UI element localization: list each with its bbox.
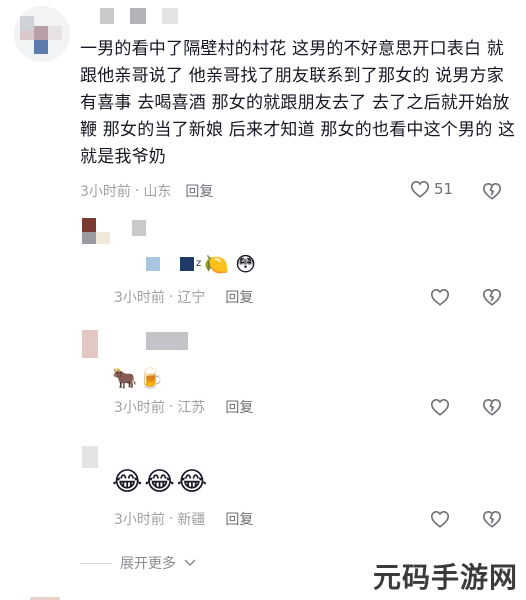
tears-of-joy-emoji: 😂 (176, 467, 208, 497)
reply-location: 江苏 (177, 400, 206, 416)
comment-thread: 一男的看中了隔壁村的村花 这男的不好意思开口表白 就跟他亲哥说了 他亲哥找了朋友… (0, 0, 526, 600)
flushed-face-emoji: 😳 (235, 252, 257, 276)
heart-outline-icon (430, 288, 450, 306)
username-blurred[interactable] (132, 220, 146, 236)
username-blurred[interactable] (100, 8, 220, 26)
blurred-block (146, 257, 160, 271)
avatar[interactable] (82, 218, 110, 260)
meta-separator: · (134, 183, 140, 199)
dislike-button[interactable] (482, 398, 502, 420)
comment-meta: 3小时前 · 山东 回复 (80, 180, 213, 202)
main-comment: 一男的看中了隔壁村的村花 这男的不好意思开口表白 就跟他亲哥说了 他亲哥找了朋友… (0, 0, 526, 210)
reply-button[interactable]: 回复 (185, 181, 213, 201)
heart-outline-icon (430, 510, 450, 528)
reply-item: 😂 😂 😂 3小时前 · 新疆 回复 (0, 438, 526, 538)
reply-time: 3小时前 (114, 512, 165, 528)
meta-separator: · (168, 289, 174, 305)
divider (80, 562, 112, 564)
reply-meta: 3小时前 · 江苏 回复 (114, 396, 253, 418)
like-button[interactable] (430, 398, 450, 420)
dislike-button[interactable] (482, 182, 502, 204)
blurred-block (180, 257, 194, 271)
like-count: 51 (434, 180, 454, 198)
comment-time: 3小时前 (80, 184, 131, 200)
broken-heart-icon (482, 510, 502, 528)
meta-separator: · (168, 399, 174, 415)
watermark: 元码手游网 (372, 561, 518, 594)
reply-location: 新疆 (177, 512, 206, 528)
reply-content: 😂 😂 😂 (112, 467, 208, 497)
avatar[interactable] (82, 446, 104, 488)
broken-heart-icon (482, 182, 502, 200)
reply-button[interactable]: 回复 (225, 509, 253, 529)
avatar[interactable] (14, 6, 70, 62)
broken-heart-icon (482, 288, 502, 306)
reply-content: 🐂 🍺 (112, 366, 164, 390)
reply-content: z 🍋 😳 (146, 252, 256, 276)
heart-outline-icon (430, 398, 450, 416)
reply-meta: 3小时前 · 辽宁 回复 (114, 286, 253, 308)
reply-meta: 3小时前 · 新疆 回复 (114, 508, 253, 530)
reply-time: 3小时前 (114, 400, 165, 416)
like-button[interactable] (430, 510, 450, 532)
meta-separator: · (168, 511, 174, 527)
reply-time: 3小时前 (114, 290, 165, 306)
tears-of-joy-emoji: 😂 (144, 467, 175, 497)
beer-emoji: 🍺 (138, 366, 164, 390)
reply-item: 🐂 🍺 3小时前 · 江苏 回复 (0, 326, 526, 426)
like-button[interactable]: 51 (410, 180, 453, 198)
dislike-button[interactable] (482, 288, 502, 310)
reply-button[interactable]: 回复 (225, 287, 253, 307)
heart-outline-icon (410, 180, 430, 198)
broken-heart-icon (482, 398, 502, 416)
chevron-down-icon (184, 559, 196, 567)
lemon-emoji: 🍋 (204, 252, 230, 276)
comment-location: 山东 (143, 184, 172, 200)
comment-body: 一男的看中了隔壁村的村花 这男的不好意思开口表白 就跟他亲哥说了 他亲哥找了朋友… (80, 39, 516, 167)
reply-item: z 🍋 😳 3小时前 · 辽宁 回复 (0, 212, 526, 312)
like-button[interactable] (430, 288, 450, 310)
ox-emoji: 🐂 (112, 366, 137, 390)
avatar[interactable] (82, 330, 104, 372)
tears-of-joy-emoji: 😂 (112, 467, 143, 497)
reply-location: 辽宁 (177, 290, 206, 306)
username-blurred[interactable] (146, 332, 188, 350)
reply-button[interactable]: 回复 (225, 397, 253, 417)
dislike-button[interactable] (482, 510, 502, 532)
expand-more-button[interactable]: 展开更多 (80, 552, 196, 574)
expand-more-label: 展开更多 (120, 556, 176, 572)
zzz-mark: z (196, 258, 202, 269)
